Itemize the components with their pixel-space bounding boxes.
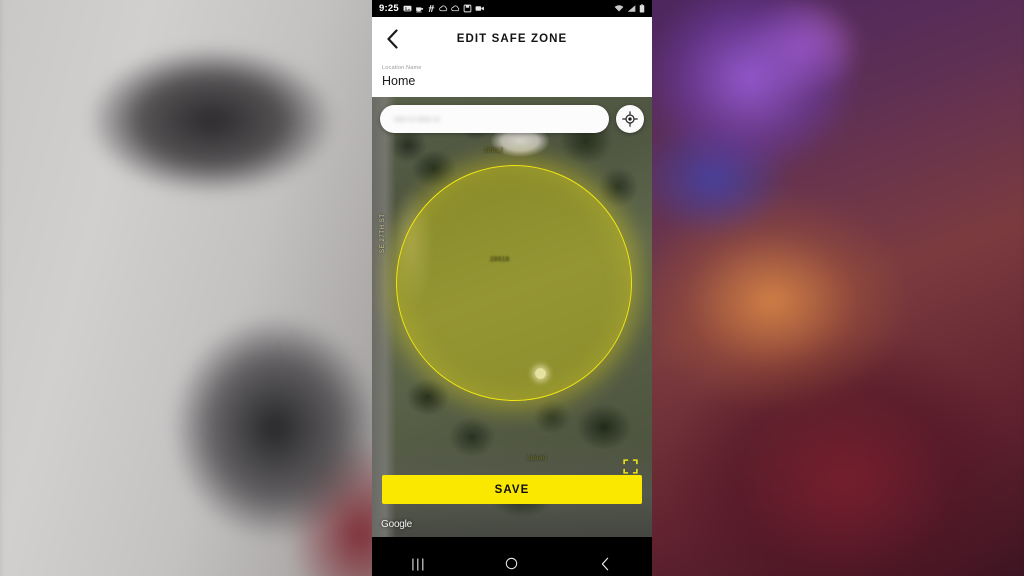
coffee-icon	[415, 7, 424, 13]
safe-zone-circle[interactable]	[396, 165, 632, 401]
address-search-input[interactable]: •••• •• ••••• ••	[380, 105, 609, 133]
status-bar-notification-icons	[403, 4, 485, 13]
wifi-icon	[614, 5, 624, 12]
android-navigation-bar: |||	[372, 551, 652, 576]
map-road-overlay	[372, 97, 396, 537]
map-view[interactable]: 28612 28616 28640 SE 27TH ST •••• •• •••…	[372, 97, 652, 537]
screenshot-stage: 9:25 EDIT SAFE ZONE Location Name Home 2…	[0, 0, 1024, 576]
map-search-row: •••• •• ••••• ••	[380, 105, 644, 133]
battery-icon	[639, 4, 645, 13]
cellular-signal-icon	[627, 5, 636, 12]
phone-screen: 9:25 EDIT SAFE ZONE Location Name Home 2…	[372, 0, 652, 576]
background-blur-right	[633, 0, 1024, 576]
home-circle-icon	[506, 557, 518, 570]
safe-zone-resize-handle[interactable]	[535, 368, 546, 379]
nav-recents-button[interactable]: |||	[396, 551, 442, 576]
location-name-label: Location Name	[382, 65, 422, 71]
recents-icon: |||	[411, 556, 427, 571]
status-bar: 9:25	[372, 0, 652, 17]
cloud-icon	[451, 5, 460, 12]
back-button[interactable]	[381, 28, 403, 50]
location-name-value[interactable]: Home	[382, 74, 642, 88]
locate-me-button[interactable]	[616, 105, 644, 133]
address-search-value: •••• •• ••••• ••	[394, 114, 440, 124]
map-label-bottom-address: 28640	[527, 455, 547, 462]
square-frame-icon	[623, 459, 638, 474]
page-title: EDIT SAFE ZONE	[456, 33, 568, 45]
app-bar: EDIT SAFE ZONE	[372, 17, 652, 61]
fit-bounds-button[interactable]	[623, 459, 638, 474]
google-watermark: Google	[381, 519, 413, 530]
chevron-left-icon	[602, 557, 609, 570]
crosshair-target-icon	[622, 111, 638, 127]
status-bar-system-icons	[614, 4, 645, 13]
video-camera-icon	[475, 6, 484, 11]
status-bar-clock: 9:25	[379, 3, 399, 14]
map-label-top-address: 28612	[484, 147, 504, 154]
nav-home-button[interactable]	[489, 551, 535, 576]
background-blur-left	[0, 0, 392, 576]
location-name-field[interactable]: Location Name Home	[372, 61, 652, 97]
save-button[interactable]: SAVE	[382, 475, 642, 504]
map-label-center-address: 28616	[490, 256, 510, 263]
cloud-icon	[439, 5, 448, 12]
chevron-left-icon	[386, 29, 398, 49]
nav-back-button[interactable]	[582, 551, 628, 576]
save-disk-icon	[463, 4, 472, 13]
map-label-street: SE 27TH ST	[380, 213, 386, 253]
photo-icon	[403, 5, 412, 12]
music-note-icon	[428, 5, 435, 12]
